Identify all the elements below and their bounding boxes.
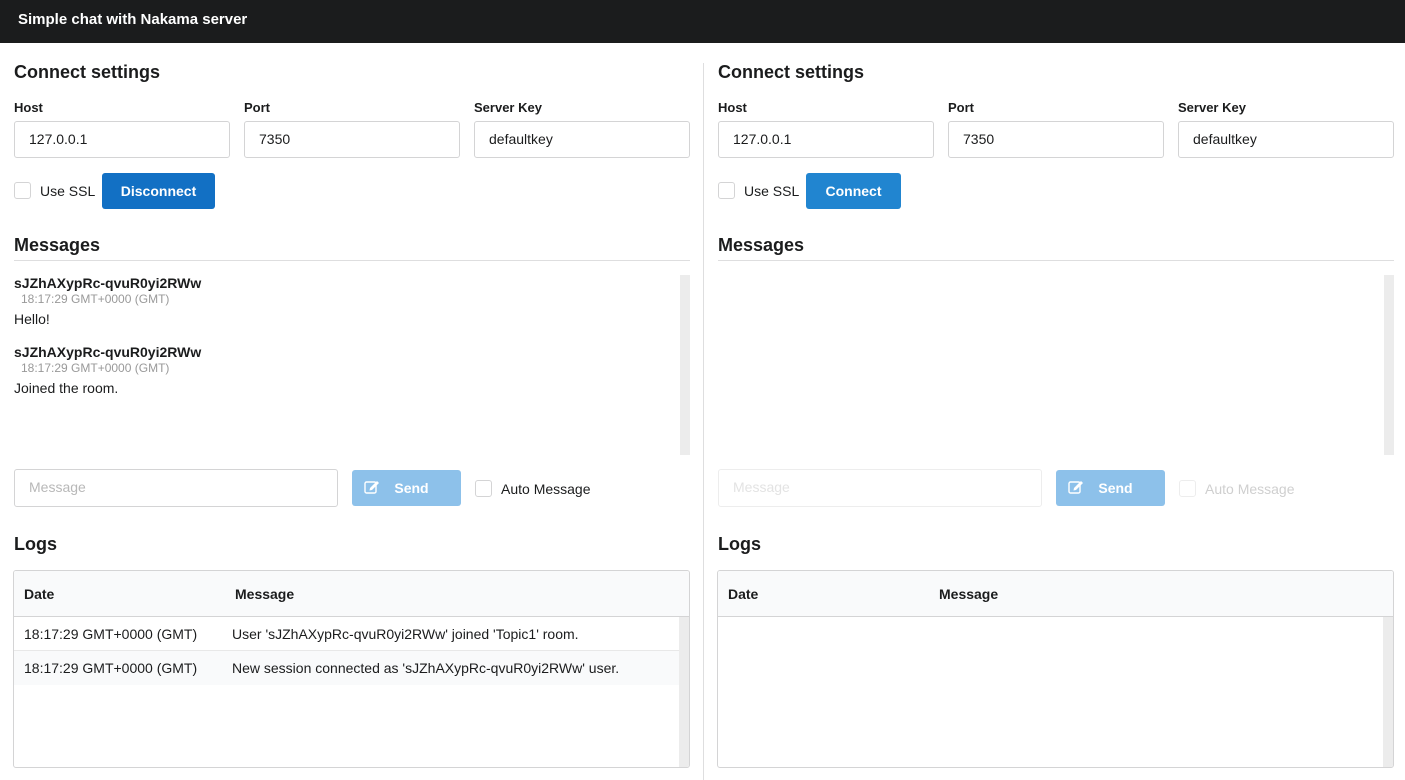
server-key-label: Server Key xyxy=(1178,100,1246,115)
send-button[interactable]: Send xyxy=(1056,470,1165,506)
message-input[interactable]: Message xyxy=(718,469,1042,507)
logs-table: Date Message xyxy=(717,570,1394,768)
messages-heading: Messages xyxy=(718,235,805,255)
messages-divider xyxy=(14,260,690,261)
send-label: Send xyxy=(394,480,429,496)
auto-message-checkbox[interactable] xyxy=(475,480,492,497)
chat-panel-2: Connect settings Host 127.0.0.1 Port 735… xyxy=(704,43,1394,780)
send-label: Send xyxy=(1098,480,1133,496)
logs-heading: Logs xyxy=(718,534,761,554)
use-ssl-checkbox[interactable] xyxy=(718,182,735,199)
message-item: sJZhAXypRc-qvuR0yi2RWw 18:17:29 GMT+0000… xyxy=(14,344,201,396)
port-input[interactable]: 7350 xyxy=(244,121,460,158)
edit-icon xyxy=(1068,481,1083,494)
table-row: 18:17:29 GMT+0000 (GMT) User 'sJZhAXypRc… xyxy=(14,617,679,651)
message-item: sJZhAXypRc-qvuR0yi2RWw 18:17:29 GMT+0000… xyxy=(14,275,201,327)
connect-button[interactable]: Connect xyxy=(806,173,901,209)
messages-scrollbar[interactable] xyxy=(1384,275,1394,455)
messages-divider xyxy=(718,260,1394,261)
connect-settings-heading: Connect settings xyxy=(718,62,865,82)
date-column-header: Date xyxy=(728,586,759,602)
logs-scrollbar[interactable] xyxy=(1383,617,1393,767)
message-time: 18:17:29 GMT+0000 (GMT) xyxy=(21,292,170,306)
messages-list[interactable] xyxy=(718,275,1394,455)
message-column-header: Message xyxy=(939,586,999,602)
message-text: Hello! xyxy=(14,311,50,327)
chat-panel-1: Connect settings Host 127.0.0.1 Port 735… xyxy=(0,43,690,780)
logs-table: Date Message 18:17:29 GMT+0000 (GMT) Use… xyxy=(13,570,690,768)
logs-table-body xyxy=(718,617,1383,767)
message-author: sJZhAXypRc-qvuR0yi2RWw xyxy=(14,275,202,291)
host-label: Host xyxy=(14,100,43,115)
table-row: 18:17:29 GMT+0000 (GMT) New session conn… xyxy=(14,651,679,685)
server-key-label: Server Key xyxy=(474,100,542,115)
messages-list[interactable]: sJZhAXypRc-qvuR0yi2RWw 18:17:29 GMT+0000… xyxy=(14,275,690,455)
date-column-header: Date xyxy=(24,586,55,602)
messages-heading: Messages xyxy=(14,235,101,255)
message-input[interactable]: Message xyxy=(14,469,338,507)
server-key-input[interactable]: defaultkey xyxy=(474,121,690,158)
logs-heading: Logs xyxy=(14,534,57,554)
edit-icon xyxy=(364,481,379,494)
messages-scrollbar[interactable] xyxy=(680,275,690,455)
logs-table-body: 18:17:29 GMT+0000 (GMT) User 'sJZhAXypRc… xyxy=(14,617,679,767)
send-button[interactable]: Send xyxy=(352,470,461,506)
log-date: 18:17:29 GMT+0000 (GMT) xyxy=(24,660,198,676)
message-time: 18:17:29 GMT+0000 (GMT) xyxy=(21,361,170,375)
server-key-input[interactable]: defaultkey xyxy=(1178,121,1394,158)
host-input[interactable]: 127.0.0.1 xyxy=(14,121,230,158)
port-label: Port xyxy=(948,100,974,115)
connect-settings-heading: Connect settings xyxy=(14,62,161,82)
logs-table-header: Date Message xyxy=(718,571,1393,617)
port-input[interactable]: 7350 xyxy=(948,121,1164,158)
app-header: Simple chat with Nakama server xyxy=(0,0,1405,43)
log-message: New session connected as 'sJZhAXypRc-qvu… xyxy=(232,660,620,676)
app-title: Simple chat with Nakama server xyxy=(18,11,248,28)
host-input[interactable]: 127.0.0.1 xyxy=(718,121,934,158)
host-label: Host xyxy=(718,100,747,115)
auto-message-label: Auto Message xyxy=(1205,481,1295,497)
message-author: sJZhAXypRc-qvuR0yi2RWw xyxy=(14,344,202,360)
use-ssl-label: Use SSL xyxy=(744,183,800,199)
logs-scrollbar[interactable] xyxy=(679,617,689,767)
message-column-header: Message xyxy=(235,586,295,602)
logs-table-header: Date Message xyxy=(14,571,689,617)
auto-message-label: Auto Message xyxy=(501,481,591,497)
auto-message-checkbox[interactable] xyxy=(1179,480,1196,497)
disconnect-button[interactable]: Disconnect xyxy=(102,173,215,209)
message-text: Joined the room. xyxy=(14,380,119,396)
log-date: 18:17:29 GMT+0000 (GMT) xyxy=(24,626,198,642)
use-ssl-checkbox[interactable] xyxy=(14,182,31,199)
port-label: Port xyxy=(244,100,270,115)
log-message: User 'sJZhAXypRc-qvuR0yi2RWw' joined 'To… xyxy=(232,626,579,642)
use-ssl-label: Use SSL xyxy=(40,183,96,199)
